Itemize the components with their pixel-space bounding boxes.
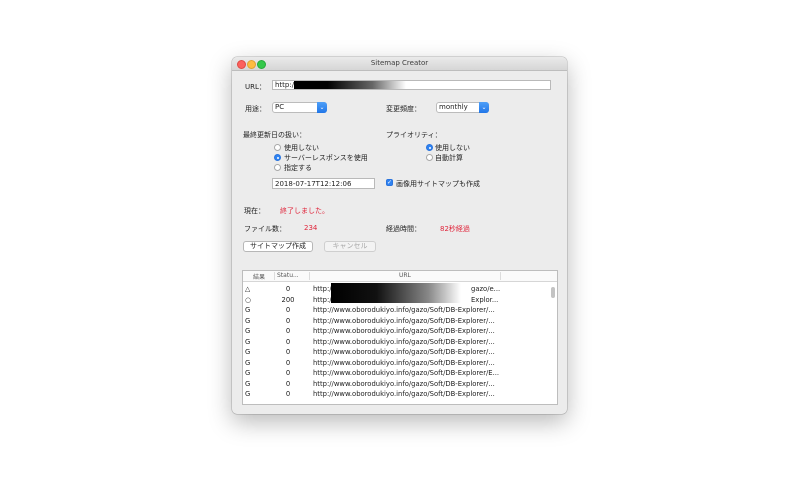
- result-cell: G: [245, 348, 251, 356]
- url-cell: http://www.oborodukiyo.info/gazo/Soft/DB…: [313, 390, 495, 398]
- file-count-label: ファイル数：: [244, 225, 286, 233]
- lastmod-date-value: 2018-07-17T12:12:06: [275, 180, 352, 188]
- result-cell: G: [245, 337, 251, 346]
- lastmod-option-specify: 指定する: [284, 164, 312, 172]
- table-row[interactable]: G 0 http://www.oborodukiyo.info/gazo/Soft/…: [243, 358, 549, 369]
- priority-radio-auto[interactable]: [426, 154, 433, 161]
- status-cell: 0: [285, 306, 291, 314]
- priority-radio-unused[interactable]: [426, 144, 433, 151]
- status-cell: 0: [285, 337, 291, 346]
- image-sitemap-checkbox[interactable]: ✓: [386, 179, 393, 186]
- table-row[interactable]: G 0 http://www.oborodukiyo.info/gazo/Soft/…: [243, 389, 549, 400]
- url-cell: http://www.oborodukiyo.info/gazo/Soft/DB…: [313, 316, 495, 325]
- url-cell: http://www.oborodukiyo.info/gazo/Soft/DB…: [313, 306, 495, 314]
- lastmod-radio-unused[interactable]: [274, 144, 281, 151]
- result-cell: G: [245, 379, 251, 388]
- redaction: [294, 81, 406, 89]
- lastmod-radio-specify[interactable]: [274, 164, 281, 171]
- column-divider: [274, 272, 275, 280]
- lastmod-option-unused: 使用しない: [284, 144, 319, 152]
- column-divider: [500, 272, 501, 280]
- usage-select[interactable]: PC ⌄: [272, 102, 327, 113]
- column-header-result[interactable]: 結果: [253, 272, 265, 281]
- url-cell: http://www.oborodukiyo.info/gazo/Soft/DB…: [313, 358, 495, 367]
- priority-label: プライオリティ：: [386, 131, 442, 139]
- elapsed-value: 82秒経過: [440, 225, 470, 233]
- result-cell: G: [245, 358, 251, 367]
- window-title: Sitemap Creator: [370, 59, 429, 67]
- result-cell: ○: [245, 295, 251, 304]
- priority-option-auto: 自動計算: [435, 154, 463, 162]
- sitemap-creator-window: Sitemap Creator URL： http:/ 用途： PC ⌄ 変更頻…: [232, 57, 567, 414]
- url-cell: http://www.oborodukiyo.info/gazo/Soft/DB…: [313, 379, 495, 388]
- results-table[interactable]: 結果 Statu... URL △ 0 http:/gazo/e... ○ 200 htt…: [242, 270, 558, 405]
- status-cell: 0: [285, 285, 291, 293]
- table-row[interactable]: G 0 http://www.oborodukiyo.info/gazo/Soft/…: [243, 316, 549, 327]
- url-cell: http://www.oborodukiyo.info/gazo/Soft/DB…: [313, 337, 495, 346]
- vertical-scrollbar[interactable]: [551, 284, 555, 404]
- table-row[interactable]: G 0 http://www.oborodukiyo.info/gazo/Soft/…: [243, 347, 549, 358]
- url-cell: http://www.oborodukiyo.info/gazo/Soft/DB…: [313, 369, 499, 377]
- table-row[interactable]: G 0 http://www.oborodukiyo.info/gazo/Soft/…: [243, 305, 549, 316]
- result-cell: G: [245, 327, 251, 335]
- status-cell: 0: [285, 358, 291, 367]
- result-cell: △: [245, 285, 251, 293]
- lastmod-label: 最終更新日の扱い：: [243, 131, 306, 139]
- current-label: 現在：: [244, 207, 265, 215]
- url-cell: http://www.oborodukiyo.info/gazo/Soft/DB…: [313, 348, 495, 356]
- status-cell: 0: [285, 316, 291, 325]
- table-header: 結果 Statu... URL: [243, 271, 557, 282]
- redaction: [331, 283, 461, 303]
- url-cell-tail: Explor...: [471, 295, 499, 304]
- current-status: 終了しました。: [280, 207, 329, 215]
- status-cell: 0: [285, 348, 291, 356]
- status-cell: 0: [285, 369, 291, 377]
- column-divider: [309, 272, 310, 280]
- status-cell: 0: [285, 327, 291, 335]
- url-cell: http://www.oborodukiyo.info/gazo/Soft/DB…: [313, 327, 495, 335]
- lastmod-radio-server[interactable]: [274, 154, 281, 161]
- priority-option-unused: 使用しない: [435, 144, 470, 152]
- frequency-select[interactable]: monthly ⌄: [436, 102, 489, 113]
- status-cell: 0: [285, 379, 291, 388]
- table-row[interactable]: G 0 http://www.oborodukiyo.info/gazo/Soft/…: [243, 326, 549, 337]
- url-input-value: http:/: [275, 81, 295, 89]
- status-cell: 0: [285, 390, 291, 398]
- create-sitemap-button[interactable]: サイトマップ作成: [243, 241, 313, 252]
- column-header-url[interactable]: URL: [399, 272, 411, 279]
- result-cell: G: [245, 390, 251, 398]
- chevron-updown-icon: ⌄: [317, 102, 327, 113]
- image-sitemap-label: 画像用サイトマップも作成: [396, 180, 480, 188]
- cancel-button[interactable]: キャンセル: [324, 241, 376, 252]
- result-cell: G: [245, 369, 251, 377]
- usage-select-value: PC: [275, 103, 285, 111]
- table-row[interactable]: G 0 http://www.oborodukiyo.info/gazo/Soft/…: [243, 337, 549, 348]
- table-row[interactable]: G 0 http://www.oborodukiyo.info/gazo/Soft/…: [243, 368, 549, 379]
- chevron-updown-icon: ⌄: [479, 102, 489, 113]
- title-bar[interactable]: Sitemap Creator: [232, 57, 567, 71]
- frequency-label: 変更頻度：: [386, 105, 421, 113]
- result-cell: G: [245, 316, 251, 325]
- lastmod-date-field[interactable]: 2018-07-17T12:12:06: [272, 178, 375, 189]
- lastmod-option-server: サーバーレスポンスを使用: [284, 154, 368, 162]
- elapsed-label: 経過時間：: [386, 225, 421, 233]
- frequency-select-value: monthly: [439, 103, 468, 111]
- column-header-status[interactable]: Statu...: [277, 272, 299, 279]
- usage-label: 用途：: [245, 105, 266, 113]
- status-cell: 200: [281, 295, 295, 304]
- table-row[interactable]: G 0 http://www.oborodukiyo.info/gazo/Soft/…: [243, 379, 549, 390]
- file-count-value: 234: [304, 224, 318, 232]
- scrollbar-thumb[interactable]: [551, 287, 555, 298]
- url-cell-tail: gazo/e...: [471, 285, 501, 293]
- url-label: URL：: [245, 83, 266, 91]
- result-cell: G: [245, 306, 251, 314]
